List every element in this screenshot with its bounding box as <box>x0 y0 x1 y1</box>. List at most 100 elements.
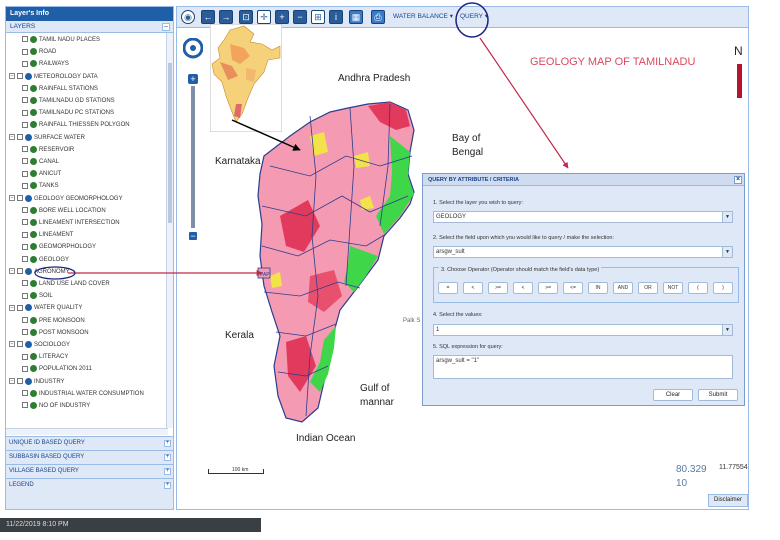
layer-checkbox[interactable] <box>17 268 23 275</box>
field-select[interactable]: arsgw_sult ▼ <box>433 246 733 258</box>
layers-section-header[interactable]: LAYERS – <box>6 21 173 33</box>
layer-item[interactable]: ANICUT <box>22 169 61 180</box>
layer-checkbox[interactable] <box>22 60 28 67</box>
operator-button[interactable]: IN <box>588 282 608 294</box>
layer-item[interactable]: RAILWAYS <box>22 59 69 70</box>
layer-checkbox[interactable] <box>22 85 28 92</box>
layer-item[interactable]: GEOLOGY <box>22 255 69 266</box>
layer-item[interactable]: BORE WELL LOCATION <box>22 206 106 217</box>
layer-group[interactable]: − METEOROLOGY DATA <box>9 72 98 83</box>
layer-checkbox[interactable] <box>22 231 28 238</box>
layer-select[interactable]: GEOLOGY ▼ <box>433 211 733 223</box>
layer-checkbox[interactable] <box>17 195 23 202</box>
layer-checkbox[interactable] <box>17 134 23 141</box>
chevron-down-icon[interactable]: ▼ <box>722 247 732 257</box>
globe-icon[interactable]: ◉ <box>181 10 195 24</box>
query-menu[interactable]: QUERY ▾ <box>460 12 488 20</box>
layer-item[interactable]: CANAL <box>22 157 59 168</box>
layer-item[interactable]: GEOMORPHOLOGY <box>22 242 96 253</box>
operator-button[interactable]: AND <box>613 282 633 294</box>
print-icon[interactable]: ⎙ <box>371 10 385 24</box>
layer-checkbox[interactable] <box>22 390 28 397</box>
layer-checkbox[interactable] <box>22 182 28 189</box>
layer-item[interactable]: INDUSTRIAL WATER CONSUMPTION <box>22 389 144 400</box>
layer-item[interactable]: ROAD <box>22 47 56 58</box>
collapse-icon[interactable]: – <box>162 23 170 31</box>
submit-button[interactable]: Submit <box>698 389 738 401</box>
layer-checkbox[interactable] <box>22 121 28 128</box>
layer-group[interactable]: − AGRONOMY <box>9 267 70 278</box>
layer-checkbox[interactable] <box>22 170 28 177</box>
expand-toggle-icon[interactable]: − <box>9 195 15 202</box>
layer-checkbox[interactable] <box>22 402 28 409</box>
layer-checkbox[interactable] <box>22 353 28 360</box>
value-select[interactable]: 1 ▼ <box>433 324 733 336</box>
layer-checkbox[interactable] <box>22 280 28 287</box>
operator-button[interactable]: ) <box>713 282 733 294</box>
layer-group[interactable]: − SURFACE WATER <box>9 133 85 144</box>
identify-icon[interactable]: i <box>329 10 343 24</box>
layer-group[interactable]: − SOCIOLOGY <box>9 340 70 351</box>
operator-button[interactable]: ( <box>688 282 708 294</box>
clear-button[interactable]: Clear <box>653 389 693 401</box>
layer-checkbox[interactable] <box>17 341 23 348</box>
chevron-down-icon[interactable]: ▼ <box>722 325 732 335</box>
expand-toggle-icon[interactable]: − <box>9 73 15 80</box>
forward-arrow-icon[interactable]: → <box>219 10 233 24</box>
operator-button[interactable]: = <box>438 282 458 294</box>
layer-item[interactable]: TAMILNADU GD STATIONS <box>22 96 115 107</box>
measure-icon[interactable]: ▦ <box>349 10 363 24</box>
layer-item[interactable]: LINEAMENT INTERSECTION <box>22 218 120 229</box>
layer-checkbox[interactable] <box>22 207 28 214</box>
layer-checkbox[interactable] <box>22 48 28 55</box>
tree-vertical-scrollbar[interactable] <box>166 33 173 428</box>
layer-item[interactable]: RAINFALL STATIONS <box>22 84 98 95</box>
zoom-extent-icon[interactable]: ⊡ <box>239 10 253 24</box>
sql-expression-input[interactable]: arsgw_sult = "1" <box>433 355 733 379</box>
expand-icon[interactable]: + <box>164 454 171 461</box>
operator-button[interactable]: NOT <box>663 282 683 294</box>
layer-group[interactable]: − WATER QUALITY <box>9 303 82 314</box>
layer-checkbox[interactable] <box>22 158 28 165</box>
water-balance-menu[interactable]: WATER BALANCE ▾ <box>393 12 453 20</box>
layer-checkbox[interactable] <box>22 329 28 336</box>
zoom-slider-track[interactable] <box>191 86 195 228</box>
expand-toggle-icon[interactable]: − <box>9 341 15 348</box>
expand-toggle-icon[interactable]: − <box>9 304 15 311</box>
layer-checkbox[interactable] <box>22 243 28 250</box>
accordion-village-query[interactable]: VILLAGE BASED QUERY + <box>6 464 173 478</box>
operator-button[interactable]: >= <box>488 282 508 294</box>
layer-checkbox[interactable] <box>22 256 28 263</box>
expand-icon[interactable]: + <box>164 468 171 475</box>
layer-item[interactable]: LITERACY <box>22 352 68 363</box>
layer-checkbox[interactable] <box>22 317 28 324</box>
zoom-box-icon[interactable]: ⊞ <box>311 10 325 24</box>
accordion-legend[interactable]: LEGEND + <box>6 478 173 509</box>
operator-button[interactable]: OR <box>638 282 658 294</box>
chevron-down-icon[interactable]: ▼ <box>722 212 732 222</box>
layer-checkbox[interactable] <box>22 109 28 116</box>
expand-icon[interactable]: + <box>164 440 171 447</box>
zoom-in-icon[interactable]: + <box>275 10 289 24</box>
layer-item[interactable]: RAINFALL THIESSEN POLYGON <box>22 120 130 131</box>
pan-icon[interactable]: ✛ <box>257 10 271 24</box>
layer-checkbox[interactable] <box>17 304 23 311</box>
layer-checkbox[interactable] <box>22 292 28 299</box>
layer-checkbox[interactable] <box>22 97 28 104</box>
operator-button[interactable]: < <box>463 282 483 294</box>
layer-item[interactable]: LINEAMENT <box>22 230 73 241</box>
layer-item[interactable]: NO OF INDUSTRY <box>22 401 90 412</box>
tree-horizontal-scrollbar[interactable] <box>6 428 168 435</box>
zoom-out-icon[interactable]: − <box>293 10 307 24</box>
expand-icon[interactable]: + <box>164 482 171 489</box>
layer-item[interactable]: PRE MONSOON <box>22 316 85 327</box>
back-arrow-icon[interactable]: ← <box>201 10 215 24</box>
scroll-thumb[interactable] <box>168 63 172 223</box>
layer-checkbox[interactable] <box>22 365 28 372</box>
layer-group[interactable]: − INDUSTRY <box>9 377 65 388</box>
layer-item[interactable]: LAND USE LAND COVER <box>22 279 110 290</box>
layer-item[interactable]: SOIL <box>22 291 53 302</box>
layer-checkbox[interactable] <box>17 378 23 385</box>
layer-checkbox[interactable] <box>22 219 28 226</box>
operator-button[interactable]: >= <box>538 282 558 294</box>
